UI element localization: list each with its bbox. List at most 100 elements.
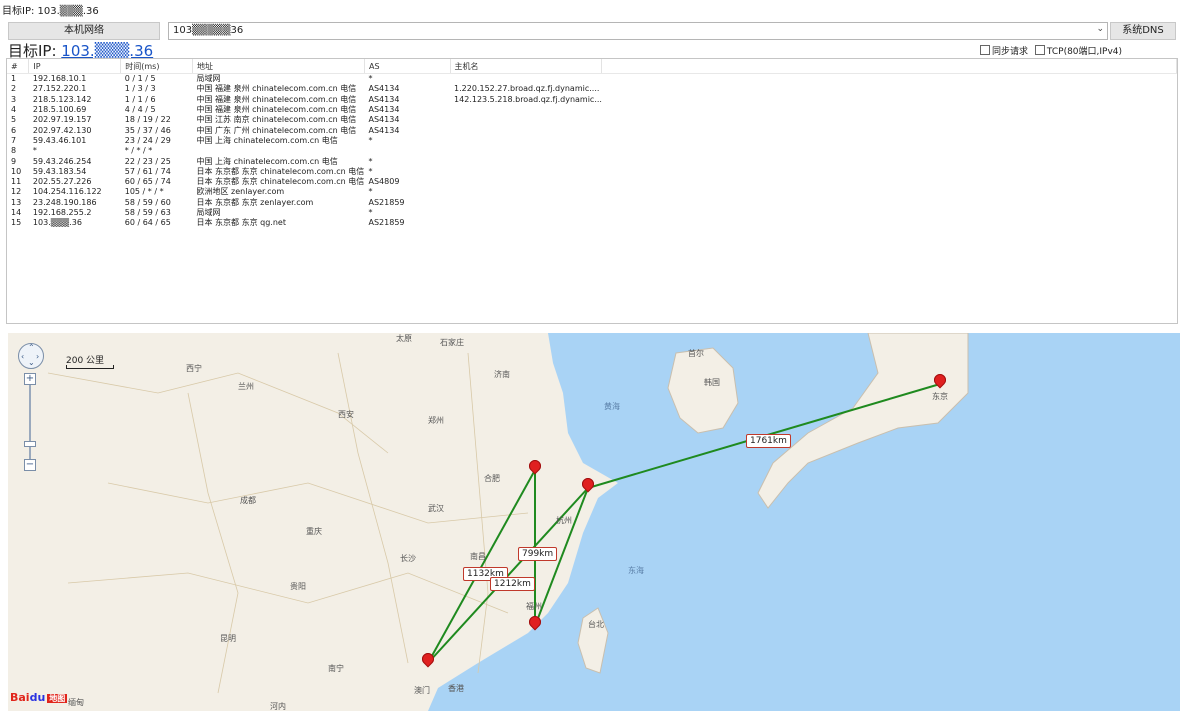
table-row[interactable]: 4 218.5.100.69 4 / 4 / 5 中国 福建 泉州 chinatele… <box>7 105 1177 115</box>
table-row[interactable]: 8 * * / * / * <box>7 146 1177 156</box>
column-header-hostname[interactable]: 主机名 <box>450 59 603 74</box>
table-row[interactable]: 3 218.5.123.142 1 / 1 / 6 中国 福建 泉州 chinatel… <box>7 95 1177 105</box>
hop-ip: 192.168.10.1 <box>32 74 87 84</box>
hop-as: AS21859 <box>368 197 405 207</box>
hop-address <box>193 146 365 156</box>
pan-left-icon[interactable]: ‹ <box>21 352 24 361</box>
zoom-in-button[interactable]: + <box>24 373 36 385</box>
table-row[interactable]: 10 59.43.183.54 57 / 61 / 74 日本 东京都 东京 chin… <box>7 167 1177 177</box>
hop-as <box>365 146 451 156</box>
place-label: 河内 <box>270 702 286 711</box>
place-label: 合肥 <box>484 474 500 483</box>
place-label: 杭州 <box>556 516 572 525</box>
logo-bai: Bai <box>10 691 30 704</box>
column-header-index[interactable]: # <box>7 59 30 74</box>
route-map[interactable]: 1761km 799km 1132km 1212km 太原 石家庄 西宁 兰州 … <box>8 333 1180 711</box>
table-row[interactable]: 5 202.97.19.157 18 / 19 / 22 中国 江苏 南京 china… <box>7 115 1177 125</box>
table-row[interactable]: 12 104.254.116.122 105 / * / * 欧洲地区 zenlaye… <box>7 187 1177 197</box>
table-row[interactable]: 7 59.43.46.101 23 / 24 / 29 中国 上海 chinatele… <box>7 136 1177 146</box>
hop-ip: 59.43.183.54 <box>32 166 87 176</box>
column-header-ip[interactable]: IP <box>28 59 122 74</box>
table-row[interactable]: 2 27.152.220.1 1 / 3 / 3 中国 福建 泉州 chinatele… <box>7 84 1177 94</box>
hop-ip: 192.168.255.2 <box>32 208 92 217</box>
column-header-time[interactable]: 时间(ms) <box>120 59 194 74</box>
hop-index: 10 <box>11 166 22 176</box>
place-label: 兰州 <box>238 382 254 391</box>
hop-index: 3 <box>11 94 17 104</box>
hop-time: 60 / 65 / 74 <box>124 177 171 187</box>
sync-request-checkbox[interactable] <box>980 45 990 55</box>
hops-table-container[interactable]: # IP 时间(ms) 地址 AS 主机名 1 192.168.10.1 0 / 1… <box>6 58 1178 324</box>
place-label: 香港 <box>448 684 464 693</box>
zoom-out-button[interactable]: − <box>24 459 36 471</box>
hop-ip: 218.5.100.69 <box>32 105 87 115</box>
chevron-down-icon[interactable]: ⌄ <box>1096 24 1104 34</box>
place-label: 武汉 <box>428 504 444 513</box>
hop-time: 23 / 24 / 29 <box>124 135 171 145</box>
hop-hostname <box>450 198 602 208</box>
hop-hostname <box>450 105 602 115</box>
logo-du: du <box>29 691 46 704</box>
row-filler <box>602 136 1177 146</box>
system-dns-button[interactable]: 系统DNS <box>1110 22 1176 40</box>
hop-hostname: 142.123.5.218.broad.qz.fj.dynamic... <box>454 94 602 104</box>
place-label: 长沙 <box>400 554 416 563</box>
column-header-address[interactable]: 地址 <box>192 59 365 74</box>
table-row[interactable]: 1 192.168.10.1 0 / 1 / 5 局域网 * <box>7 74 1177 85</box>
tcp-mode-checkbox[interactable] <box>1034 45 1045 55</box>
row-filler <box>602 146 1177 156</box>
row-filler <box>602 115 1177 125</box>
hop-as: * <box>368 208 373 217</box>
local-network-button[interactable]: 本机网络 <box>8 22 160 40</box>
hop-time: 58 / 59 / 60 <box>124 197 171 207</box>
tcp-mode-option[interactable]: TCP(80端口,IPv4) <box>1034 45 1122 57</box>
hop-index: 6 <box>11 125 17 135</box>
distance-label: 1212km <box>490 577 535 591</box>
table-row[interactable]: 11 202.55.27.226 60 / 65 / 74 日本 东京都 东京 chi… <box>7 177 1177 187</box>
pan-down-icon[interactable]: ⌄ <box>28 358 35 367</box>
hop-as: * <box>368 187 373 197</box>
hop-address: 欧洲地区 zenlayer.com <box>196 187 285 197</box>
sync-request-option[interactable]: 同步请求 <box>980 45 1028 57</box>
table-row[interactable]: 13 23.248.190.186 58 / 59 / 60 日本 东京都 东京 ze… <box>7 198 1177 208</box>
place-label: 东京 <box>932 392 948 401</box>
place-label: 澳门 <box>414 686 430 695</box>
hop-index: 12 <box>11 187 22 197</box>
hop-hostname: 1.220.152.27.broad.qz.fj.dynamic.... <box>454 84 600 94</box>
hop-hostname <box>450 146 602 156</box>
zoom-slider-track[interactable] <box>29 385 31 459</box>
table-row[interactable]: 9 59.43.246.254 22 / 23 / 25 中国 上海 chinatel… <box>7 156 1177 166</box>
table-row[interactable]: 14 192.168.255.2 58 / 59 / 63 局域网 * <box>7 208 1177 218</box>
table-row[interactable]: 6 202.97.42.130 35 / 37 / 46 中国 广东 广州 china… <box>7 125 1177 135</box>
place-label: 西宁 <box>186 364 202 373</box>
row-filler <box>602 218 1177 228</box>
hop-hostname <box>450 136 602 146</box>
row-filler <box>602 167 1177 177</box>
zoom-slider-thumb[interactable] <box>24 441 36 447</box>
hop-address: 中国 上海 chinatelecom.com.cn 电信 <box>196 156 338 166</box>
place-label: 韩国 <box>704 378 720 387</box>
hop-address: 日本 东京都 东京 qg.net <box>196 218 286 228</box>
pan-control[interactable]: ⌃ ‹ › ⌄ <box>18 343 44 369</box>
place-label: 重庆 <box>306 527 322 536</box>
row-filler <box>602 105 1177 115</box>
pan-up-icon[interactable]: ⌃ <box>28 343 35 352</box>
row-filler <box>602 74 1177 85</box>
place-label: 缅甸 <box>68 698 84 707</box>
hop-as: * <box>368 74 373 84</box>
place-label: 郑州 <box>428 416 444 425</box>
column-header-as[interactable]: AS <box>364 59 451 74</box>
table-row[interactable]: 15 103.▒▒▒.36 60 / 64 / 65 日本 东京都 东京 qg.net… <box>7 218 1177 228</box>
hop-as: * <box>368 166 373 176</box>
baidu-map-logo[interactable]: Baidu 地图 <box>10 691 68 704</box>
place-label: 福州 <box>526 602 542 611</box>
hop-hostname <box>450 156 602 166</box>
hop-as: AS4134 <box>368 94 400 104</box>
scale-bar <box>66 365 114 369</box>
pan-right-icon[interactable]: › <box>36 352 39 361</box>
hop-as: AS21859 <box>368 218 405 228</box>
place-label: 济南 <box>494 370 510 379</box>
place-label: 西安 <box>338 410 354 419</box>
hop-hostname <box>450 167 602 177</box>
target-combo[interactable]: 103▒▒▒▒▒36 ⌄ <box>168 22 1108 40</box>
